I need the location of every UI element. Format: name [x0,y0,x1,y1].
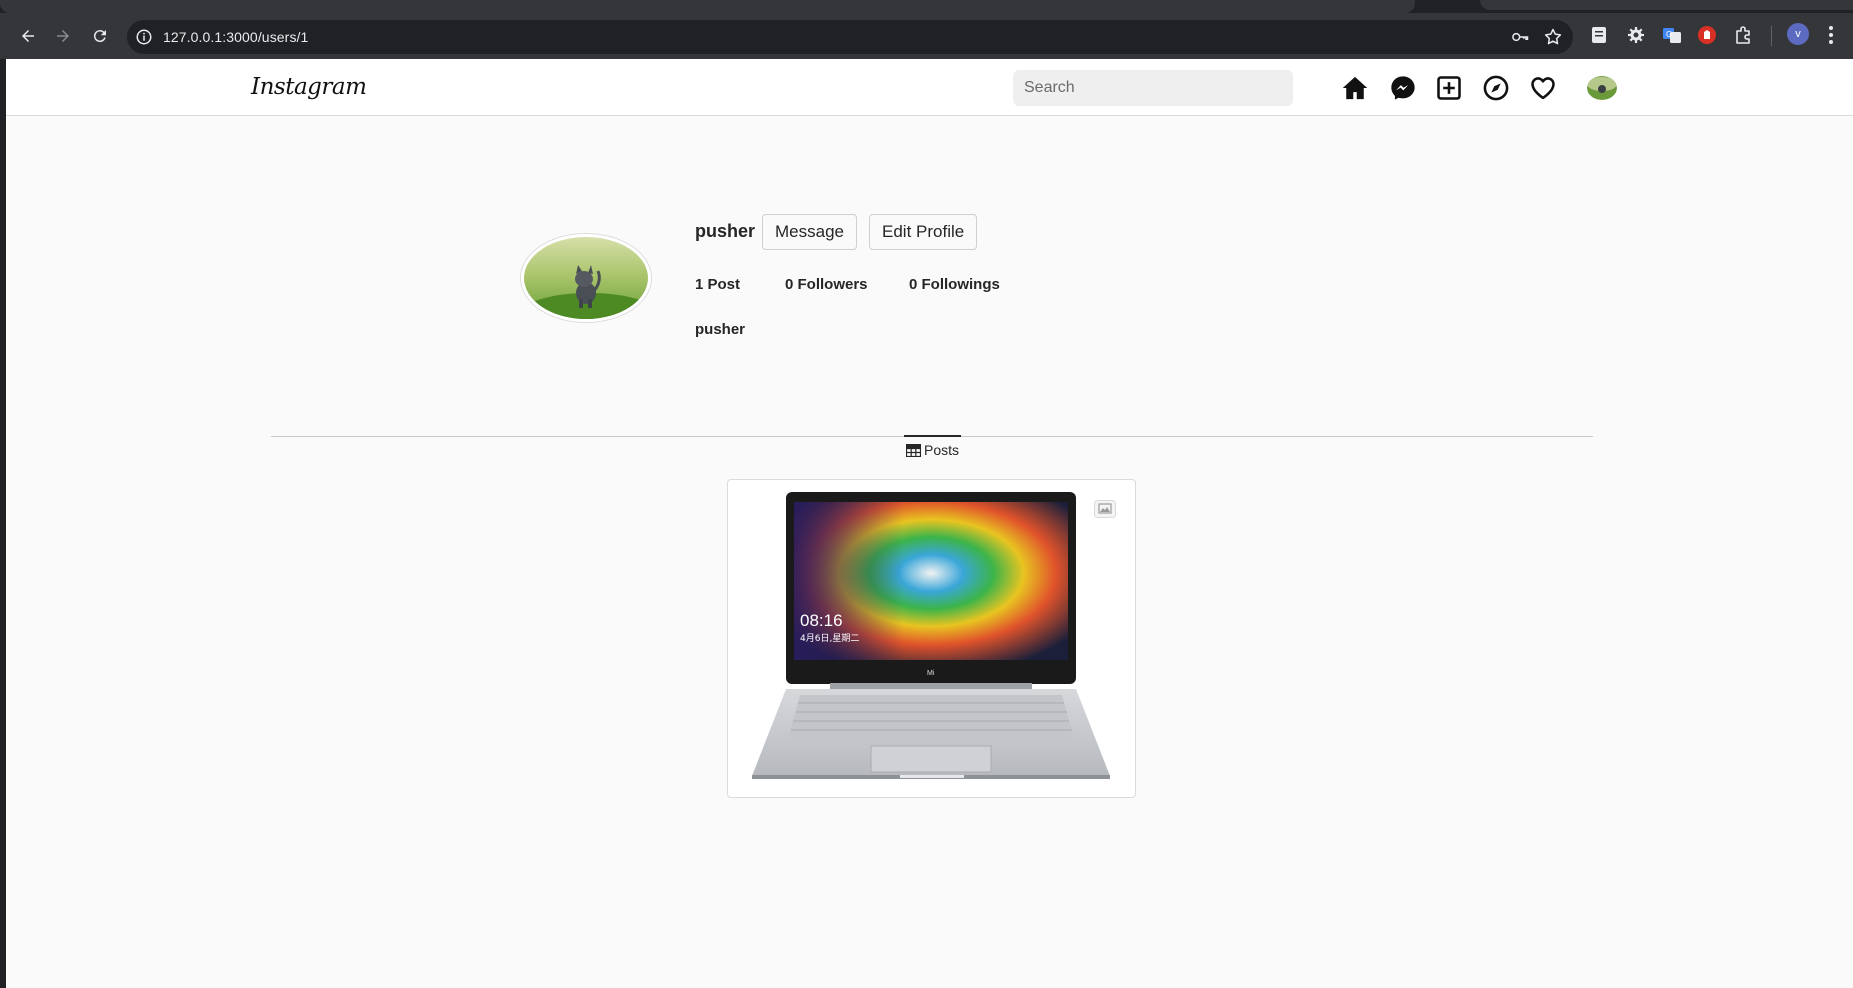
page-viewport: Instagram Search pusher Message Edit Pro… [6,59,1853,988]
new-post-icon[interactable] [1434,73,1464,103]
info-icon[interactable] [135,28,153,46]
image-type-icon [1094,500,1116,518]
reload-icon [93,30,106,43]
address-bar[interactable]: 127.0.0.1:3000/users/1 [127,20,1573,54]
explore-icon[interactable] [1481,73,1511,103]
extension-notes-icon[interactable] [1588,24,1610,46]
extension-red-icon[interactable] [1696,24,1718,46]
edit-profile-button[interactable]: Edit Profile [869,214,978,250]
profile-avatar[interactable] [521,234,651,322]
browser-tab-active[interactable] [0,0,1415,13]
profile-username: pusher [695,221,756,241]
forward-button[interactable] [49,22,77,50]
followers-count[interactable]: 0 Followers [785,276,868,293]
extension-gear-icon[interactable] [1625,24,1647,46]
url-text[interactable]: 127.0.0.1:3000/users/1 [163,29,308,45]
screen-date: 4月6日,星期二 [800,633,859,644]
arrow-right-icon [57,30,69,42]
instagram-logo[interactable]: Instagram [251,71,367,103]
browser-tabstrip [0,0,1853,13]
arrow-left-icon [22,30,34,42]
extension-translate-icon[interactable]: G [1661,24,1683,46]
tab-posts-label: Posts [923,442,959,458]
bookmark-star-icon[interactable] [1543,27,1563,47]
reload-button[interactable] [86,22,114,50]
posts-count: 1 Post [695,276,741,293]
browser-menu-icon[interactable] [1823,23,1839,47]
back-button[interactable] [14,22,42,50]
extensions-puzzle-icon[interactable] [1733,24,1755,46]
heart-icon[interactable] [1528,73,1558,103]
nav-profile-avatar[interactable] [1587,76,1617,100]
browser-toolbar: 127.0.0.1:3000/users/1 G v [0,13,1853,59]
search-input[interactable] [1013,70,1293,106]
followings-count[interactable]: 0 Followings [909,276,1000,293]
browser-profile-avatar[interactable]: v [1787,23,1809,45]
laptop-image: 08:16 4月6日,星期二 Mi [752,492,1110,779]
post-thumbnail[interactable]: 08:16 4月6日,星期二 Mi [727,479,1136,798]
browser-tab-inactive[interactable] [1480,0,1853,10]
password-key-icon[interactable] [1510,28,1530,46]
profile-full-name: pusher [695,321,746,338]
toolbar-separator [1771,26,1772,46]
svg-text:G: G [1666,30,1672,39]
home-icon[interactable] [1340,73,1370,103]
top-navbar: Instagram [6,59,1853,116]
laptop-brand: Mi [927,670,935,677]
grid-icon [905,443,921,457]
screen-time: 08:16 [800,611,843,630]
tab-posts[interactable]: Posts [904,435,961,463]
message-button[interactable]: Message [762,214,857,250]
messenger-icon[interactable] [1388,73,1418,103]
